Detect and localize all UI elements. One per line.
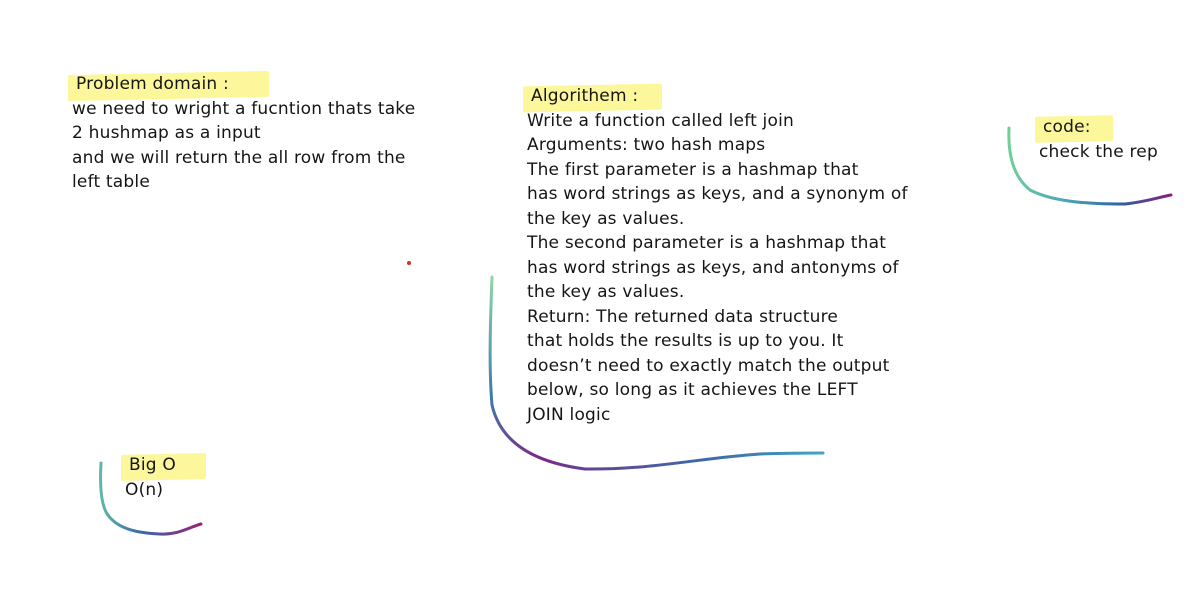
algorithm-note[interactable]: Algorithem : Write a function called lef… <box>523 83 908 427</box>
algorithm-line: the key as values. <box>527 282 685 302</box>
stray-dot <box>407 261 411 265</box>
problem-line: left table <box>72 172 150 192</box>
whiteboard-canvas[interactable]: Problem domain : we need to wright a fuc… <box>0 0 1194 591</box>
algorithm-line: Arguments: two hash maps <box>527 135 766 155</box>
algorithm-line: doesn’t need to exactly match the output <box>527 355 890 376</box>
algorithm-heading-text: Algorithem : <box>531 86 639 106</box>
big-o-line: O(n) <box>125 479 164 500</box>
algorithm-line: the key as values. <box>527 208 685 229</box>
algorithm-heading: Algorithem : <box>523 83 663 112</box>
problem-line: we need to wright a fucntion thats take <box>72 98 416 119</box>
big-o-note[interactable]: Big O O(n) <box>121 453 206 502</box>
algorithm-line: JOIN logic <box>527 404 611 425</box>
algorithm-line: Write a function called left join <box>527 110 794 131</box>
code-heading-text: code: <box>1043 117 1091 137</box>
problem-domain-heading-text: Problem domain : <box>76 74 229 94</box>
problem-line: and we will return the all row from the <box>72 147 406 168</box>
code-line: check the rep <box>1039 141 1158 162</box>
algorithm-line: has word strings as keys, and a synonym … <box>527 184 908 204</box>
algorithm-line: below, so long as it achieves the LEFT <box>527 380 858 400</box>
algorithm-line: The first parameter is a hashmap that <box>527 159 859 180</box>
problem-line: 2 hushmap as a input <box>72 123 261 143</box>
problem-domain-heading: Problem domain : <box>68 70 269 101</box>
algorithm-line: Return: The returned data structure <box>527 306 839 327</box>
problem-domain-note[interactable]: Problem domain : we need to wright a fuc… <box>68 70 416 195</box>
big-o-heading: Big O <box>121 453 206 481</box>
big-o-heading-text: Big O <box>129 455 176 475</box>
algorithm-line: has word strings as keys, and antonyms o… <box>527 257 899 278</box>
code-note[interactable]: code: check the rep <box>1035 115 1158 164</box>
algorithm-line: The second parameter is a hashmap that <box>527 233 887 253</box>
algorithm-line: that holds the results is up to you. It <box>527 331 844 351</box>
code-heading: code: <box>1035 115 1113 143</box>
